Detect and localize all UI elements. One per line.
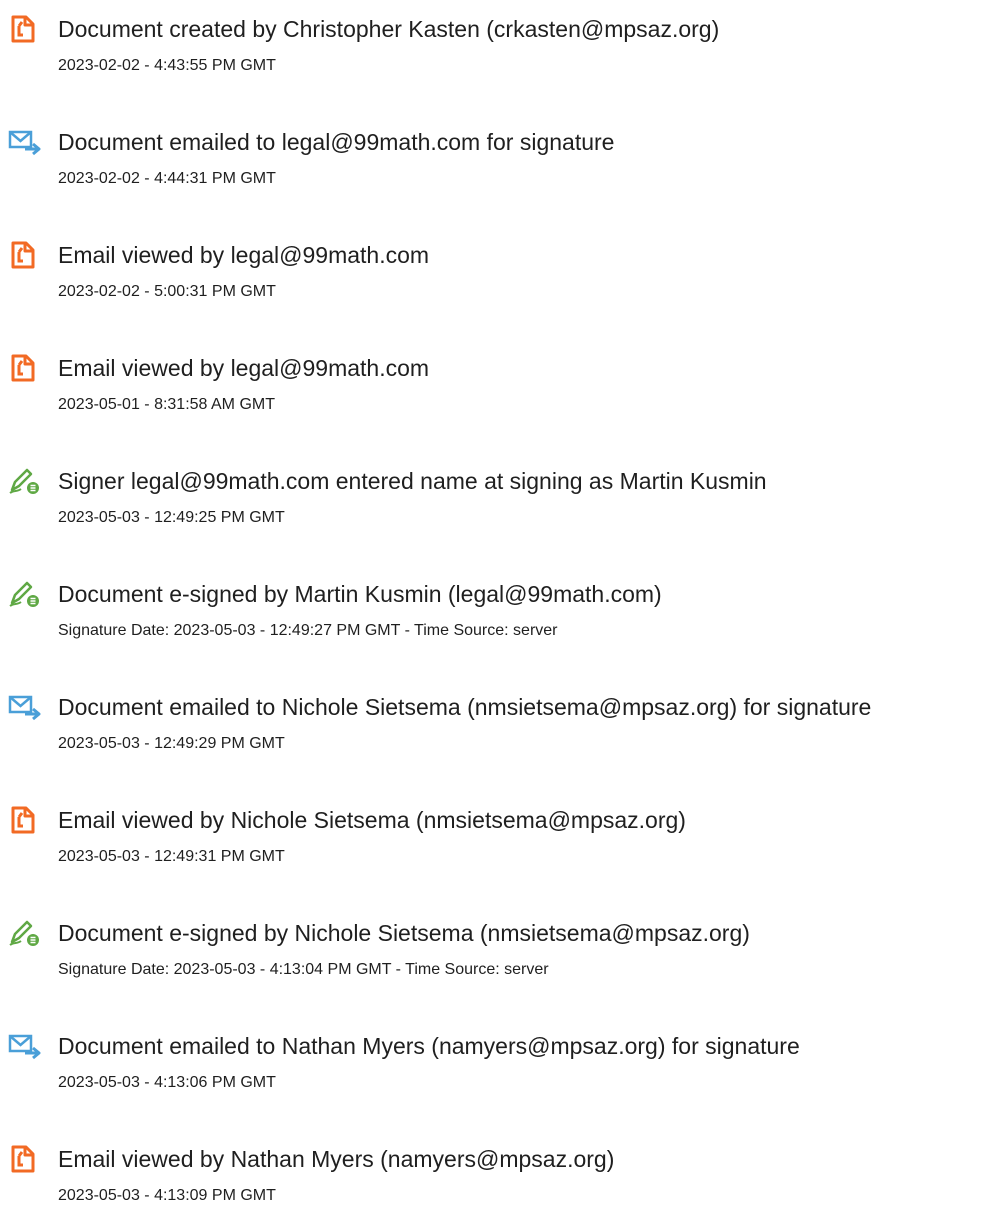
audit-entry: Document created by Christopher Kasten (… bbox=[0, 14, 1001, 94]
entry-date: 2023-02-02 - 4:43:55 PM GMT bbox=[58, 57, 276, 74]
audit-entry: Email viewed by legal@99math.com 2023-02… bbox=[0, 240, 1001, 320]
pen-signature-icon bbox=[8, 466, 42, 496]
envelope-arrow-icon bbox=[8, 692, 42, 722]
audit-entry: Email viewed by Nichole Sietsema (nmsiet… bbox=[0, 805, 1001, 885]
audit-entry: Signer legal@99math.com entered name at … bbox=[0, 466, 1001, 546]
entry-title: Document emailed to legal@99math.com for… bbox=[58, 129, 615, 155]
entry-title: Document created by Christopher Kasten (… bbox=[58, 16, 720, 42]
entry-date: 2023-05-03 - 4:13:06 PM GMT bbox=[58, 1074, 276, 1091]
entry-date: Signature Date: 2023-05-03 - 4:13:04 PM … bbox=[58, 961, 549, 978]
entry-title: Signer legal@99math.com entered name at … bbox=[58, 468, 767, 494]
audit-entry: Document e-signed by Martin Kusmin (lega… bbox=[0, 579, 1001, 659]
entry-title: Document emailed to Nathan Myers (namyer… bbox=[58, 1033, 800, 1059]
entry-title: Document e-signed by Martin Kusmin (lega… bbox=[58, 581, 662, 607]
entry-title: Email viewed by legal@99math.com bbox=[58, 355, 430, 381]
entry-date: 2023-05-03 - 12:49:25 PM GMT bbox=[58, 509, 285, 526]
audit-entry: Document emailed to legal@99math.com for… bbox=[0, 127, 1001, 207]
pen-signature-icon bbox=[8, 918, 42, 948]
document-orange-icon bbox=[8, 240, 42, 270]
entry-title: Email viewed by legal@99math.com bbox=[58, 242, 430, 268]
document-orange-icon bbox=[8, 14, 42, 44]
audit-entry: Email viewed by Nathan Myers (namyers@mp… bbox=[0, 1144, 1001, 1224]
entry-title: Document e-signed by Nichole Sietsema (n… bbox=[58, 920, 750, 946]
entry-date: 2023-05-03 - 4:13:09 PM GMT bbox=[58, 1187, 276, 1204]
audit-entry: Document emailed to Nichole Sietsema (nm… bbox=[0, 692, 1001, 772]
audit-entry: Email viewed by legal@99math.com 2023-05… bbox=[0, 353, 1001, 433]
pen-signature-icon bbox=[8, 579, 42, 609]
document-orange-icon bbox=[8, 353, 42, 383]
entry-title: Email viewed by Nathan Myers (namyers@mp… bbox=[58, 1146, 615, 1172]
entry-date: Signature Date: 2023-05-03 - 12:49:27 PM… bbox=[58, 622, 558, 639]
entry-date: 2023-05-03 - 12:49:29 PM GMT bbox=[58, 735, 285, 752]
envelope-arrow-icon bbox=[8, 1031, 42, 1061]
entry-date: 2023-02-02 - 5:00:31 PM GMT bbox=[58, 283, 276, 300]
entry-date: 2023-05-01 - 8:31:58 AM GMT bbox=[58, 396, 275, 413]
entry-date: 2023-05-03 - 12:49:31 PM GMT bbox=[58, 848, 285, 865]
entry-title: Email viewed by Nichole Sietsema (nmsiet… bbox=[58, 807, 686, 833]
audit-trail-list: Document created by Christopher Kasten (… bbox=[0, 0, 1001, 1222]
document-orange-icon bbox=[8, 805, 42, 835]
audit-entry: Document emailed to Nathan Myers (namyer… bbox=[0, 1031, 1001, 1111]
document-orange-icon bbox=[8, 1144, 42, 1174]
audit-entry: Document e-signed by Nichole Sietsema (n… bbox=[0, 918, 1001, 998]
entry-date: 2023-02-02 - 4:44:31 PM GMT bbox=[58, 170, 276, 187]
entry-title: Document emailed to Nichole Sietsema (nm… bbox=[58, 694, 872, 720]
envelope-arrow-icon bbox=[8, 127, 42, 157]
